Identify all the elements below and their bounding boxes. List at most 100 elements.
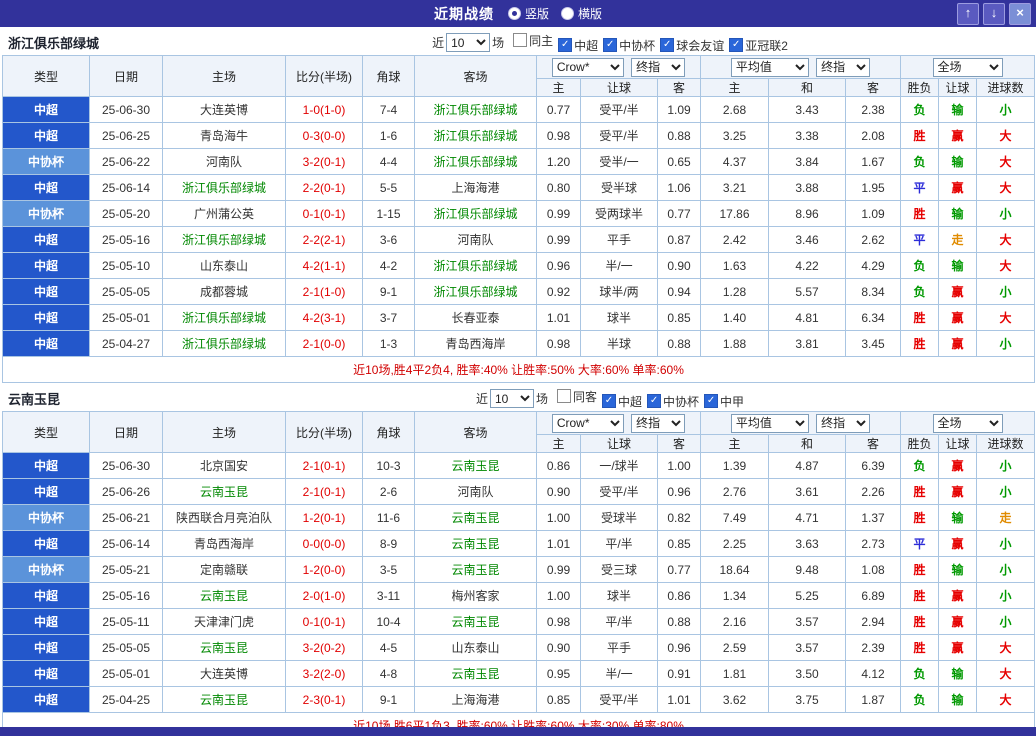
euro-home-odds: 2.76 bbox=[700, 478, 769, 505]
euro-draw-odds: 3.57 bbox=[768, 634, 846, 661]
euro-average-select[interactable]: 平均值 bbox=[730, 413, 809, 433]
result-outcome: 负 bbox=[900, 278, 939, 305]
result-handicap: 走 bbox=[938, 226, 977, 253]
away-team: 浙江俱乐部绿城 bbox=[414, 148, 537, 175]
result-goals: 小 bbox=[975, 452, 1036, 479]
home-team: 青岛海牛 bbox=[162, 122, 286, 149]
title-group: 近期战绩 竖版 横版 bbox=[434, 4, 602, 24]
filter-中超[interactable]: ✓ 中超 bbox=[602, 393, 642, 410]
euro-away-odds: 1.09 bbox=[845, 200, 901, 227]
result-goals: 大 bbox=[975, 148, 1036, 175]
match-row: 中超 25-06-30 北京国安 2-1(0-1) 10-3 云南玉昆 0.86 一/球半 1.… bbox=[2, 452, 1036, 479]
filter-中甲[interactable]: ✓ 中甲 bbox=[704, 393, 744, 410]
euro-stage-select[interactable]: 终指 bbox=[816, 413, 871, 433]
scope-select[interactable]: 全场 bbox=[932, 413, 1003, 433]
euro-home-odds: 2.25 bbox=[700, 530, 769, 557]
odds-company-select[interactable]: Crow* bbox=[551, 413, 624, 433]
radio-icon bbox=[561, 7, 574, 20]
summary-row: 近10场,胜4平2负4, 胜率:40% 让胜率:50% 大率:60% 单率:60… bbox=[1, 356, 1036, 383]
asian-handicap: 受平/半 bbox=[580, 478, 658, 505]
corners: 3-7 bbox=[362, 304, 415, 331]
team-section: 浙江俱乐部绿城 近 10 场 同主 ✓ 中超 ✓ 中协杯 ✓ 球会友谊 ✓ 亚冠联2 类型 bbox=[0, 30, 1036, 383]
asian-handicap: 受平/半 bbox=[580, 122, 658, 149]
euro-home-odds: 1.34 bbox=[700, 582, 769, 609]
filter-中协杯[interactable]: ✓ 中协杯 bbox=[647, 393, 699, 410]
result-handicap: 输 bbox=[938, 556, 977, 583]
home-team: 成都蓉城 bbox=[162, 278, 286, 305]
result-goals: 小 bbox=[975, 530, 1036, 557]
euro-average-select[interactable]: 平均值 bbox=[730, 57, 809, 77]
result-scope-header: 全场 bbox=[899, 55, 1036, 79]
euro-home-odds: 7.49 bbox=[700, 504, 769, 531]
away-team: 浙江俱乐部绿城 bbox=[414, 252, 537, 279]
euro-away-odds: 6.89 bbox=[845, 582, 901, 609]
match-row: 中超 25-05-01 浙江俱乐部绿城 4-2(3-1) 3-7 长春亚泰 1.01 球半 0.… bbox=[2, 304, 1036, 331]
euro-stage-select[interactable]: 终指 bbox=[816, 57, 871, 77]
recent-suffix-label: 场 bbox=[492, 36, 505, 50]
asian-away-odds: 0.85 bbox=[657, 304, 701, 331]
section-filterbar: 浙江俱乐部绿城 近 10 场 同主 ✓ 中超 ✓ 中协杯 ✓ 球会友谊 ✓ 亚冠联2 bbox=[2, 30, 1034, 55]
score: 2-0(1-0) bbox=[285, 582, 363, 609]
asian-home-odds: 1.01 bbox=[536, 530, 581, 557]
match-date: 25-05-16 bbox=[89, 226, 163, 253]
corners: 1-3 bbox=[362, 330, 415, 357]
match-date: 25-06-30 bbox=[89, 452, 163, 479]
result-goals: 大 bbox=[975, 686, 1036, 713]
summary-text: 近10场,胜4平2负4, 胜率:40% 让胜率:50% 大率:60% 单率:60… bbox=[1, 356, 1036, 383]
result-goals: 大 bbox=[975, 122, 1036, 149]
euro-away-odds: 2.38 bbox=[845, 96, 901, 123]
result-outcome: 胜 bbox=[900, 304, 939, 331]
filter-同主[interactable]: 同主 bbox=[513, 32, 553, 49]
odds-company-select[interactable]: Crow* bbox=[551, 57, 624, 77]
home-team: 天津津门虎 bbox=[162, 608, 286, 635]
col-result-outcome: 胜负 bbox=[900, 78, 939, 97]
euro-away-odds: 2.08 bbox=[845, 122, 901, 149]
home-team: 大连英博 bbox=[162, 96, 286, 123]
scope-select[interactable]: 全场 bbox=[932, 57, 1003, 77]
move-up-button[interactable]: ↑ bbox=[957, 2, 979, 25]
away-team: 浙江俱乐部绿城 bbox=[414, 96, 537, 123]
euro-away-odds: 2.62 bbox=[845, 226, 901, 253]
filter-球会友谊[interactable]: ✓ 球会友谊 bbox=[660, 37, 724, 54]
score: 3-2(0-1) bbox=[285, 148, 363, 175]
result-outcome: 胜 bbox=[900, 200, 939, 227]
col-result-handicap: 让球 bbox=[938, 78, 977, 97]
home-team: 定南赣联 bbox=[162, 556, 286, 583]
recent-count-select[interactable]: 10 bbox=[489, 389, 534, 408]
corners: 5-5 bbox=[362, 174, 415, 201]
filter-同客[interactable]: 同客 bbox=[556, 388, 597, 405]
recent-count-select[interactable]: 10 bbox=[446, 33, 491, 52]
match-date: 25-06-25 bbox=[89, 122, 163, 149]
asian-home-odds: 0.92 bbox=[536, 278, 581, 305]
result-outcome: 胜 bbox=[900, 556, 939, 583]
view-option-horizontal[interactable]: 横版 bbox=[561, 5, 602, 22]
filter-中超[interactable]: ✓ 中超 bbox=[558, 37, 598, 54]
view-option-vertical[interactable]: 竖版 bbox=[507, 5, 549, 22]
asian-home-odds: 0.86 bbox=[536, 452, 581, 479]
euro-draw-odds: 3.38 bbox=[768, 122, 846, 149]
col-asian-home: 主 bbox=[536, 78, 581, 97]
match-row: 中超 25-05-05 云南玉昆 3-2(0-2) 4-5 山东泰山 0.90 平手 0.96 2… bbox=[2, 634, 1036, 661]
asian-away-odds: 0.85 bbox=[657, 530, 701, 557]
euro-away-odds: 1.37 bbox=[845, 504, 901, 531]
match-row: 中超 25-06-14 浙江俱乐部绿城 2-2(0-1) 5-5 上海海港 0.80 受半球 1… bbox=[2, 174, 1036, 201]
result-handicap: 输 bbox=[938, 504, 977, 531]
euro-home-odds: 1.63 bbox=[700, 252, 769, 279]
asian-home-odds: 0.99 bbox=[536, 226, 581, 253]
move-down-button[interactable]: ↓ bbox=[983, 2, 1005, 25]
asian-handicap: 受平/半 bbox=[580, 686, 658, 713]
asian-handicap: 受球半 bbox=[580, 504, 658, 531]
filter-中协杯[interactable]: ✓ 中协杯 bbox=[603, 37, 655, 54]
section-filterbar: 云南玉昆 近 10 场 同客 ✓ 中超 ✓ 中协杯 ✓ 中甲 bbox=[2, 386, 1034, 411]
filter-亚冠联2[interactable]: ✓ 亚冠联2 bbox=[729, 37, 788, 54]
col-score: 比分(半场) bbox=[285, 411, 363, 453]
close-icon[interactable]: × bbox=[1009, 2, 1031, 25]
checkbox-icon: ✓ bbox=[603, 38, 618, 52]
match-row: 中超 25-06-26 云南玉昆 2-1(0-1) 2-6 河南队 0.90 受平/半 0.96… bbox=[2, 478, 1036, 505]
odds-stage-select[interactable]: 终指 bbox=[631, 57, 686, 77]
asian-away-odds: 0.77 bbox=[657, 556, 701, 583]
result-goals: 小 bbox=[975, 330, 1036, 357]
checkbox-icon: ✓ bbox=[647, 394, 662, 408]
odds-stage-select[interactable]: 终指 bbox=[631, 413, 686, 433]
away-team: 云南玉昆 bbox=[414, 660, 537, 687]
